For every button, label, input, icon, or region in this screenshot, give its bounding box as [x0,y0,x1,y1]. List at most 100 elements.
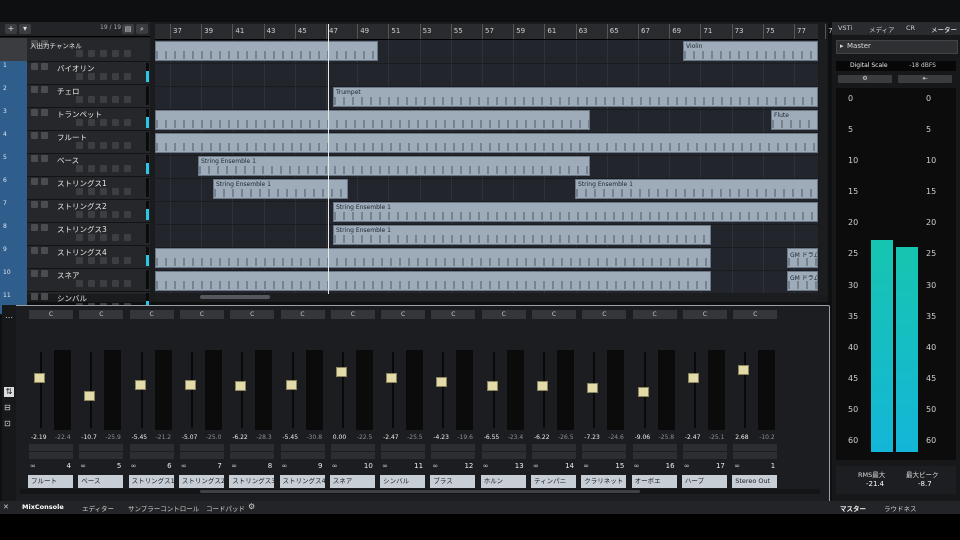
midi-clip[interactable] [155,41,378,61]
pan-control[interactable]: C [129,310,174,319]
tab-cr[interactable]: CR [906,24,915,32]
channel-control-row[interactable] [330,444,375,451]
channel-name[interactable]: ストリングス2 [178,475,224,488]
tab-loudness[interactable]: ラウドネス [884,503,917,513]
track-row[interactable]: 6 ストリングス1 [0,176,150,200]
pan-control[interactable]: C [481,310,526,319]
track-control-button[interactable] [76,257,83,264]
mixer-scrollbar[interactable] [20,489,820,494]
track-row[interactable]: 10 スネア [0,268,150,292]
channel-name[interactable]: ストリングス1 [128,475,174,488]
fader-view-icon[interactable]: ⇅ [4,387,14,397]
channel-strip[interactable]: C -2.19 -22.4 ∞ 4 フルート [27,310,75,496]
track-control-button[interactable] [100,96,107,103]
channel-name[interactable]: ハープ [681,475,727,488]
channel-name[interactable]: シンバル [380,475,426,488]
channel-control-row[interactable] [481,444,526,451]
link-icon[interactable]: ∞ [634,462,640,470]
channel-strip[interactable]: C -5.45 -30.8 ∞ 9 ストリングス4 [279,310,327,496]
channel-name[interactable]: Stereo Out [732,475,778,488]
meter-view-icon[interactable]: ⊡ [4,419,11,428]
channel-control-row[interactable] [733,452,778,459]
fader-track[interactable] [744,352,747,428]
track-control-button[interactable] [112,211,119,218]
link-icon[interactable]: ∞ [483,462,489,470]
track-row[interactable]: 7 ストリングス2 [0,199,150,223]
track-control-button[interactable] [112,280,119,287]
track-name[interactable]: トランペット [57,109,102,120]
track-name[interactable]: フルート [57,132,87,143]
track-row[interactable]: 3 トランペット [0,107,150,131]
mixer-scroll-thumb[interactable] [200,490,640,493]
track-control-button[interactable] [112,142,119,149]
mute-solo-button[interactable] [41,270,48,277]
track-control-button[interactable] [76,280,83,287]
channel-name[interactable]: ストリングス3 [229,475,275,488]
channel-control-row[interactable] [532,444,576,451]
track-control-button[interactable] [88,257,95,264]
track-control-button[interactable] [100,142,107,149]
vertical-scrollbar[interactable] [819,40,827,294]
volume-fader[interactable] [537,381,548,392]
track-control-button[interactable] [88,165,95,172]
midi-clip[interactable]: GM ドラム [787,271,818,291]
channel-control-row[interactable] [632,444,677,451]
mute-solo-button[interactable] [31,63,38,70]
track-control-button[interactable] [100,73,107,80]
track-control-button[interactable] [76,234,83,241]
channel-strip[interactable]: C -7.23 -24.6 ∞ 15 クラリネット [580,310,628,496]
fader-track[interactable] [442,352,445,428]
channel-strip[interactable]: C -9.06 -25.8 ∞ 16 オーボエ [631,310,679,496]
track-control-button[interactable] [124,119,131,126]
link-icon[interactable]: ∞ [432,462,438,470]
channel-strip[interactable]: C -5.45 -21.2 ∞ 6 ストリングス1 [128,310,176,496]
midi-clip[interactable] [155,133,818,153]
channel-name[interactable]: ストリングス4 [279,475,325,488]
mute-solo-button[interactable] [41,201,48,208]
track-control-button[interactable] [88,234,95,241]
track-control-button[interactable] [124,142,131,149]
channel-control-row[interactable] [431,452,476,459]
track-control-button[interactable] [100,234,107,241]
channel-control-row[interactable] [129,444,174,451]
settings-gear-icon[interactable]: ⚙ [248,502,255,511]
channel-control-row[interactable] [632,452,677,459]
fader-track[interactable] [392,352,395,428]
link-icon[interactable]: ∞ [282,462,288,470]
track-control-button[interactable] [112,119,119,126]
volume-fader[interactable] [285,380,297,390]
track-control-button[interactable] [112,234,119,241]
channel-control-row[interactable] [682,444,727,451]
mute-solo-button[interactable] [31,155,38,162]
tab-sampler-control[interactable]: サンプラーコントロール [128,503,199,513]
track-control-button[interactable] [76,165,83,172]
pan-control[interactable]: C [29,310,73,319]
link-icon[interactable]: ∞ [131,462,137,470]
track-control-button[interactable] [124,50,131,57]
mute-solo-button[interactable] [41,178,48,185]
channel-control-row[interactable] [582,452,627,459]
volume-fader[interactable] [687,373,699,383]
volume-fader[interactable] [486,381,498,392]
volume-fader[interactable] [34,373,45,383]
tab-meter[interactable]: メーター [931,24,957,34]
midi-clip[interactable]: Flute [771,110,818,130]
channel-control-row[interactable] [230,444,275,451]
track-row[interactable]: 9 ストリングス4 [0,245,150,269]
track-name[interactable]: バイオリン [57,63,95,74]
channel-strip[interactable]: C -6.22 -28.3 ∞ 8 ストリングス3 [228,310,276,496]
track-name[interactable]: チェロ [57,86,80,97]
track-menu-dropdown[interactable]: ▾ [19,24,31,34]
volume-fader[interactable] [738,364,750,375]
mute-solo-button[interactable] [41,293,48,300]
channel-control-row[interactable] [280,452,325,459]
volume-fader[interactable] [587,382,599,393]
track-control-button[interactable] [88,73,95,80]
track-name[interactable]: スネア [57,270,80,281]
track-list-icon[interactable]: ▤ [122,24,134,34]
tab-vsti[interactable]: VSTi [838,24,852,32]
track-name[interactable]: ストリングス2 [57,201,107,212]
fader-track[interactable] [190,352,193,428]
link-icon[interactable]: ∞ [332,462,338,470]
mute-solo-button[interactable] [31,132,38,139]
